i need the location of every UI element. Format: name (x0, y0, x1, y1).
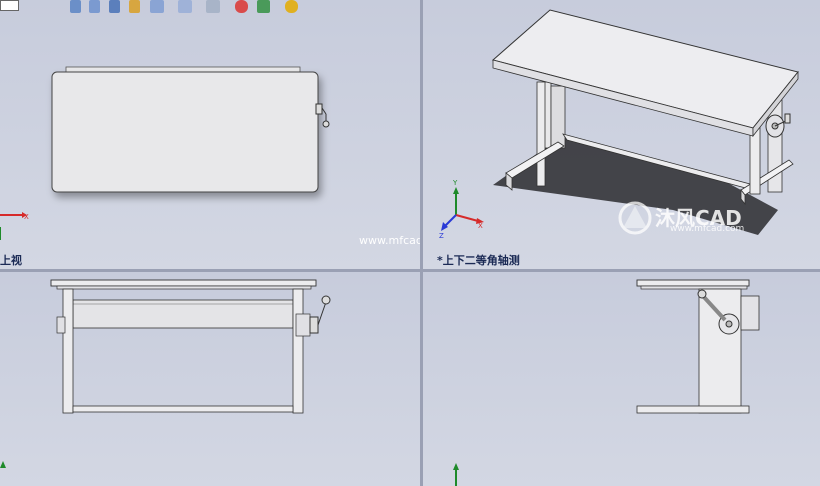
viewport-splitter-horizontal[interactable] (0, 269, 820, 272)
crank-mechanism-icon (765, 113, 791, 138)
svg-text:Y: Y (452, 179, 458, 187)
triad-axes-icon: X (0, 212, 29, 240)
front-view-drawing (0, 279, 331, 468)
left-leg (62, 288, 74, 414)
triad-axes-icon (0, 461, 6, 468)
svg-text:X: X (478, 222, 483, 230)
right-leg (292, 288, 304, 414)
isometric-view-label: *上下二等角轴测 (437, 254, 520, 267)
desk-top-edge (636, 279, 750, 287)
gear-housing (740, 295, 760, 331)
viewport-isometric-view[interactable]: Y X Z 沐风CAD www.mfcad.com *上下二等角轴测 (423, 0, 820, 269)
desk-top-surface (51, 71, 319, 193)
site-url-watermark: www.mfcad.com (359, 234, 420, 247)
leg-column (698, 288, 742, 414)
right-foot (740, 159, 794, 196)
foot (636, 405, 750, 414)
brand-url-watermark: www.mfcad.com (670, 224, 745, 234)
triad-axes-icon (453, 463, 459, 486)
viewport-right-view[interactable] (423, 272, 820, 486)
top-view-drawing: X (0, 66, 330, 240)
right-view-drawing (453, 279, 760, 486)
viewport-splitter-vertical[interactable] (420, 0, 423, 486)
desk-top-edge (50, 279, 317, 287)
mfcad-logo-icon (618, 201, 652, 235)
viewport-top-view[interactable]: X 上视 www.mfcad.com (0, 0, 420, 269)
crank-handle-icon (309, 295, 331, 334)
triad-axes-icon: Y X Z (439, 179, 484, 240)
svg-text:Z: Z (439, 232, 444, 240)
top-view-label: 上视 (0, 254, 22, 267)
lower-crossbar (72, 405, 294, 413)
viewport-front-view[interactable] (0, 272, 420, 486)
svg-text:X: X (24, 213, 29, 221)
left-front-leg (536, 81, 546, 187)
isometric-view-drawing: Y X Z (439, 9, 799, 240)
